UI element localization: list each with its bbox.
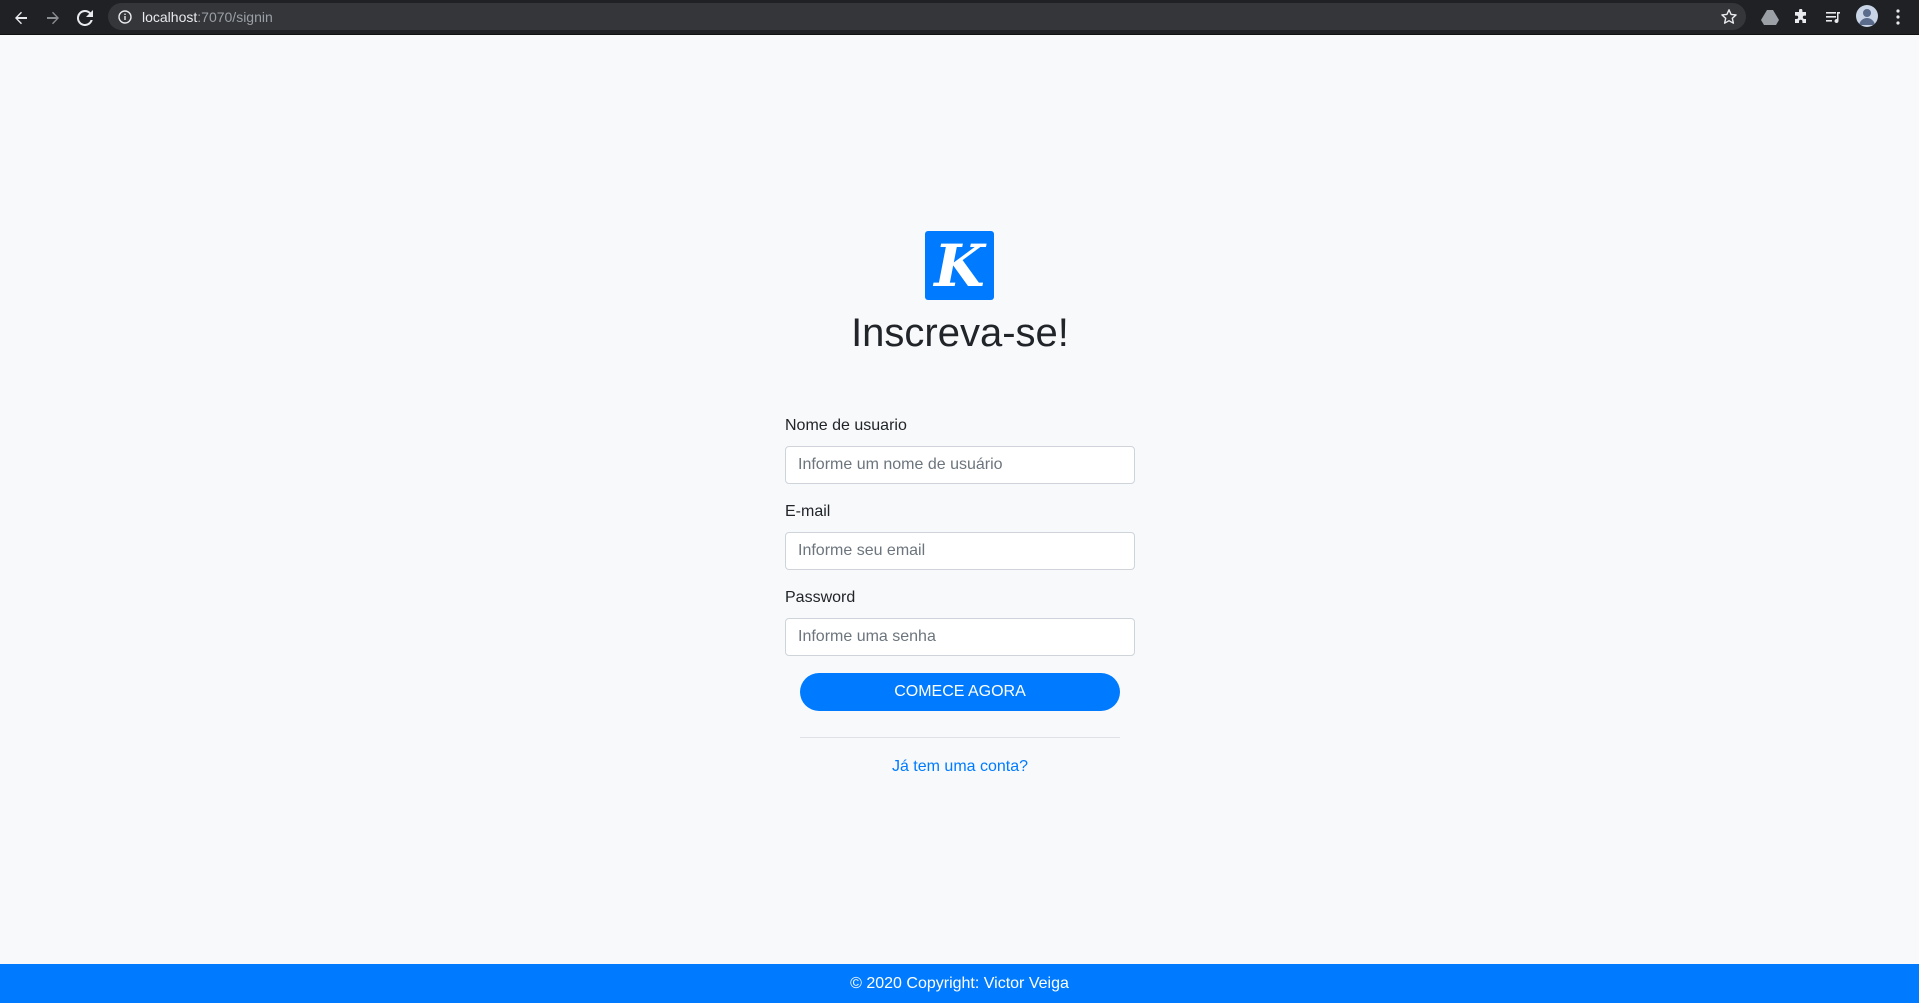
info-icon[interactable] — [118, 10, 132, 24]
divider — [800, 737, 1120, 738]
media-queue-icon[interactable] — [1823, 7, 1843, 27]
logo-letter: K — [934, 231, 985, 300]
reload-icon[interactable] — [72, 5, 98, 31]
password-input[interactable] — [785, 618, 1135, 656]
back-arrow-icon[interactable] — [8, 5, 34, 31]
url-text: localhost:7070/signin — [142, 9, 273, 25]
address-bar[interactable]: localhost:7070/signin — [108, 3, 1746, 30]
drive-icon[interactable] — [1760, 7, 1780, 27]
avatar[interactable] — [1856, 5, 1878, 27]
browser-toolbar: localhost:7070/signin — [0, 0, 1919, 35]
page-title: Inscreva-se! — [851, 311, 1069, 355]
username-label: Nome de usuario — [785, 417, 907, 434]
footer-copyright: © 2020 Copyright: Victor Veiga — [850, 974, 1069, 992]
username-input[interactable] — [785, 446, 1135, 484]
logo: K — [925, 231, 994, 300]
password-label: Password — [785, 589, 856, 606]
footer: © 2020 Copyright: Victor Veiga — [0, 964, 1919, 1003]
submit-button[interactable]: COMECE AGORA — [800, 673, 1120, 711]
forward-arrow-icon[interactable] — [40, 5, 66, 31]
email-label: E-mail — [785, 503, 831, 520]
star-icon[interactable] — [1720, 8, 1738, 26]
url-path: :7070/signin — [197, 9, 273, 25]
page-content: K Inscreva-se! Nome de usuario E-mail Pa… — [0, 35, 1919, 964]
url-host: localhost — [142, 9, 198, 25]
kebab-menu-icon[interactable] — [1888, 7, 1908, 27]
email-input[interactable] — [785, 532, 1135, 570]
login-link[interactable]: Já tem uma conta? — [785, 758, 1135, 776]
puzzle-icon[interactable] — [1791, 7, 1811, 27]
